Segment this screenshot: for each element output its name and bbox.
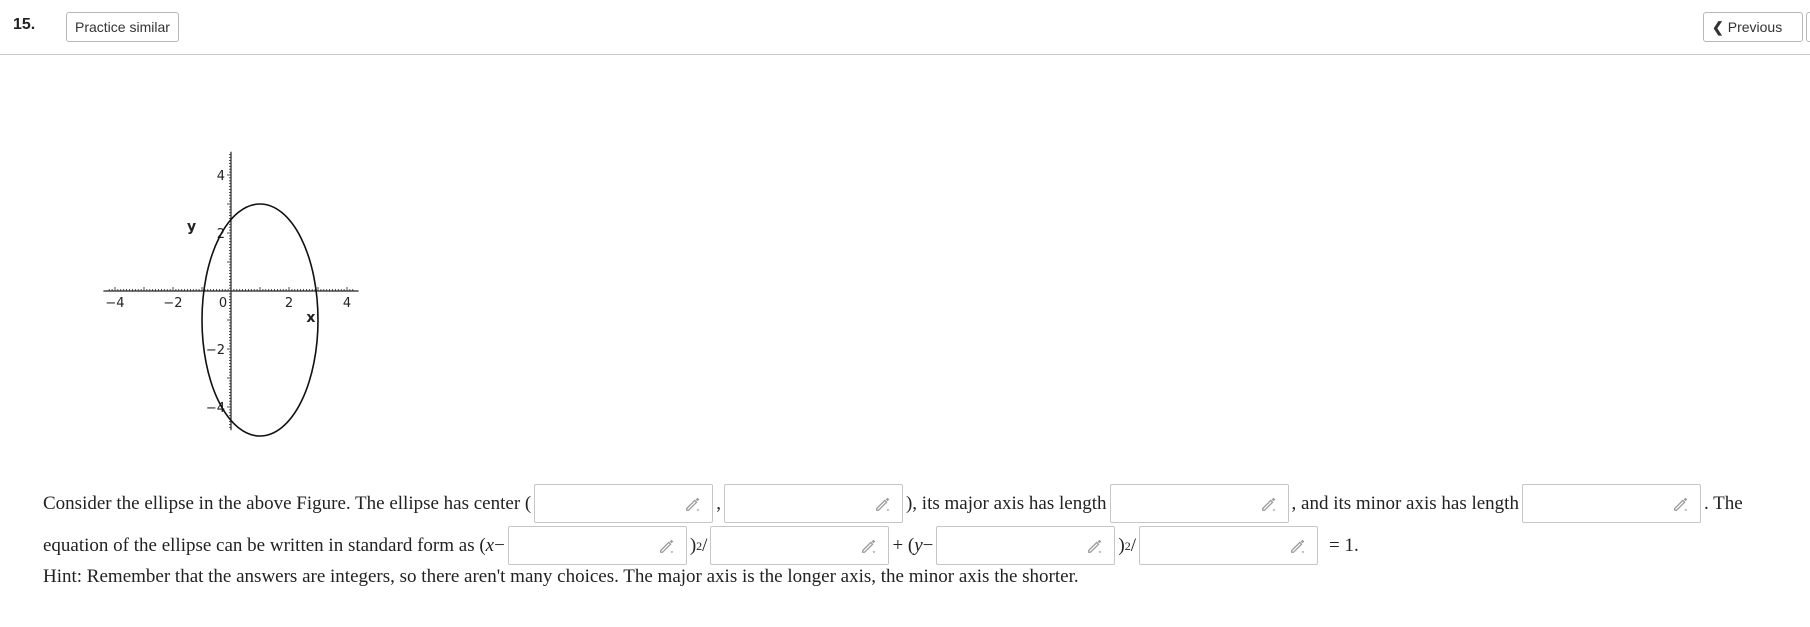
- center-y-input[interactable]: [723, 484, 903, 523]
- y-tick-label: 4: [217, 169, 225, 184]
- hint-text: Hint: Remember that the answers are inte…: [43, 566, 1079, 587]
- pencil-icon: [684, 495, 702, 513]
- pencil-icon: [874, 495, 892, 513]
- center-x-input[interactable]: [534, 484, 714, 523]
- major-axis-length-input[interactable]: [1109, 484, 1289, 523]
- pencil-icon: [1289, 537, 1307, 555]
- problem-text-10: = 1.: [1329, 534, 1359, 556]
- x-tick-label: 4: [343, 296, 351, 311]
- minus-sign: −: [922, 534, 934, 556]
- k-input[interactable]: [936, 526, 1116, 565]
- problem-text-6: equation of the ellipse can be written i…: [43, 534, 486, 556]
- pencil-icon: [1260, 495, 1278, 513]
- question-number: 15.: [13, 16, 36, 33]
- previous-label: Previous: [1727, 19, 1783, 35]
- pencil-icon: [658, 537, 676, 555]
- x-tick-label: 0: [219, 296, 227, 311]
- pencil-icon: [860, 537, 878, 555]
- previous-button[interactable]: ❮ Previous: [1703, 12, 1803, 42]
- b-squared-input[interactable]: [1139, 526, 1318, 565]
- question-header: 15. Practice similar ❮ Previous Ne: [0, 0, 1810, 55]
- y-axis-label: y: [187, 219, 196, 235]
- x-tick-label: −4: [105, 296, 124, 311]
- x-tick-label: −2: [163, 296, 182, 311]
- a-squared-input[interactable]: [710, 526, 890, 565]
- next-button[interactable]: Ne: [1806, 12, 1810, 42]
- x-axis-label: x: [306, 310, 315, 326]
- h-input[interactable]: [507, 526, 687, 565]
- problem-text-9: ): [1118, 534, 1125, 556]
- problem-text-4: , and its minor axis has length: [1291, 492, 1519, 514]
- minus-sign: −: [494, 534, 505, 556]
- pencil-icon: [1672, 495, 1690, 513]
- var-y: y: [914, 534, 923, 556]
- minor-axis-length-input[interactable]: [1521, 484, 1701, 523]
- chevron-left-icon: ❮: [1712, 18, 1724, 35]
- problem-text-5: . The: [1703, 492, 1743, 514]
- y-tick-label: −2: [206, 343, 225, 358]
- problem-text-1: Consider the ellipse in the above Figure…: [43, 492, 532, 514]
- problem-text-8: + (: [892, 534, 915, 556]
- division-sign: /: [1130, 534, 1136, 556]
- x-tick-label: 2: [285, 296, 293, 311]
- pencil-icon: [1086, 537, 1104, 555]
- practice-similar-label: Practice similar: [75, 19, 170, 35]
- ellipse-curve: [201, 203, 319, 437]
- var-x: x: [485, 534, 495, 556]
- problem-text-2: ,: [716, 492, 721, 514]
- ellipse-graph: −4 −2 0 2 442−2−4xy: [103, 151, 359, 437]
- practice-similar-button[interactable]: Practice similar: [66, 12, 179, 42]
- division-sign: /: [702, 534, 708, 556]
- problem-text-3: ), its major axis has length: [905, 492, 1107, 514]
